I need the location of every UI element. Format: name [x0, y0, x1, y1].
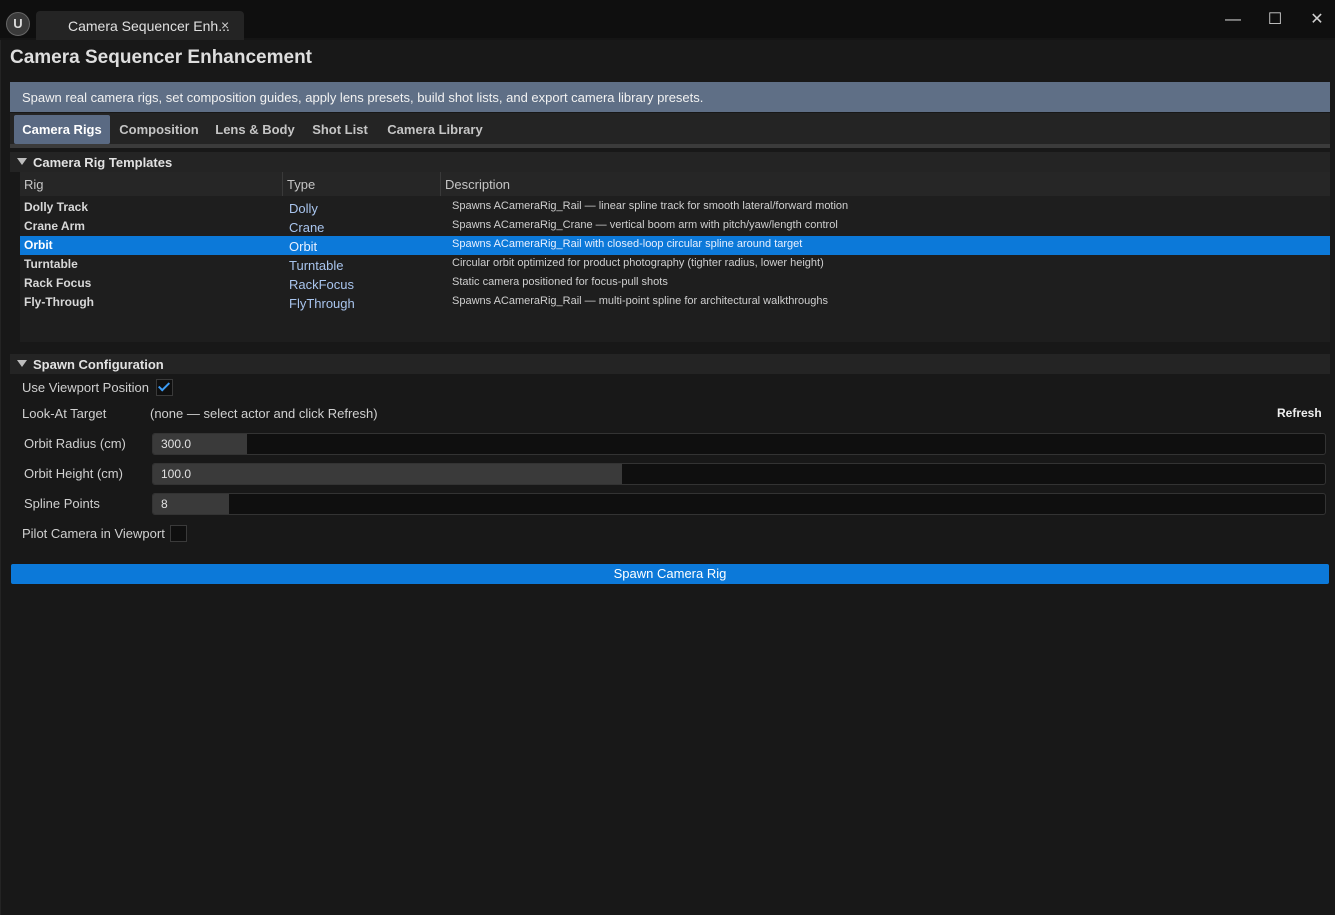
use-viewport-label: Use Viewport Position: [22, 380, 149, 395]
section-label: Spawn Configuration: [33, 357, 164, 372]
column-header-description[interactable]: Description: [445, 177, 510, 192]
column-header-rig[interactable]: Rig: [24, 177, 44, 192]
tab-bar: Camera Rigs Composition Lens & Body Shot…: [10, 113, 1330, 148]
cell-description: Spawns ACameraRig_Rail — linear spline t…: [452, 200, 849, 212]
orbit-radius-label: Orbit Radius (cm): [24, 436, 126, 451]
spline-points-input[interactable]: 8: [152, 493, 1326, 515]
cell-rig: Orbit: [24, 238, 53, 252]
section-spawn-configuration[interactable]: Spawn Configuration: [10, 354, 1330, 374]
tab-shot-list[interactable]: Shot List: [306, 115, 374, 144]
unreal-logo-icon[interactable]: U: [6, 12, 30, 36]
table-row[interactable]: Turntable Turntable Circular orbit optim…: [20, 255, 1330, 274]
orbit-height-value: 100.0: [161, 467, 192, 481]
table-row[interactable]: Crane Arm Crane Spawns ACameraRig_Crane …: [20, 217, 1330, 236]
table-row[interactable]: Fly-Through FlyThrough Spawns ACameraRig…: [20, 293, 1330, 312]
section-label: Camera Rig Templates: [33, 155, 173, 170]
orbit-height-fill: [153, 464, 622, 484]
document-tab-label: Camera Sequencer Enh...: [68, 18, 230, 34]
cell-type: FlyThrough: [289, 296, 355, 311]
table-row[interactable]: Rack Focus RackFocus Static camera posit…: [20, 274, 1330, 293]
cell-rig: Turntable: [24, 257, 78, 271]
maximize-button[interactable]: ☐: [1261, 8, 1289, 32]
rig-templates-table: Rig Type Description Dolly Track Dolly S…: [20, 172, 1330, 342]
refresh-button[interactable]: Refresh: [1277, 406, 1322, 420]
orbit-radius-value: 300.0: [161, 437, 192, 451]
collapse-arrow-icon: [17, 158, 27, 165]
spline-points-label: Spline Points: [24, 496, 100, 511]
tab-camera-rigs[interactable]: Camera Rigs: [14, 115, 110, 144]
checkmark-icon: [157, 379, 171, 392]
orbit-radius-input[interactable]: 300.0: [152, 433, 1326, 455]
banner-text: Spawn real camera rigs, set composition …: [22, 90, 704, 105]
cell-description: Circular orbit optimized for product pho…: [452, 257, 824, 269]
look-at-value: (none — select actor and click Refresh): [150, 406, 378, 421]
column-header-type[interactable]: Type: [287, 177, 315, 192]
table-row-selected[interactable]: Orbit Orbit Spawns ACameraRig_Rail with …: [20, 236, 1330, 255]
info-banner: Spawn real camera rigs, set composition …: [10, 82, 1330, 112]
cell-type: RackFocus: [289, 277, 355, 292]
cell-rig: Crane Arm: [24, 219, 85, 233]
spline-points-value: 8: [161, 497, 168, 511]
cell-description: Spawns ACameraRig_Rail with closed-loop …: [452, 238, 803, 250]
tab-lens-body[interactable]: Lens & Body: [209, 115, 301, 144]
cell-rig: Dolly Track: [24, 200, 89, 214]
cell-type: Dolly: [289, 201, 318, 216]
table-header: Rig Type Description: [20, 172, 1330, 196]
orbit-height-label: Orbit Height (cm): [24, 466, 123, 481]
page-title: Camera Sequencer Enhancement: [10, 47, 313, 68]
cell-rig: Fly-Through: [24, 295, 94, 309]
close-window-button[interactable]: ✕: [1303, 8, 1331, 32]
cell-type: Crane: [289, 220, 325, 235]
cell-type: Turntable: [289, 258, 344, 273]
collapse-arrow-icon: [17, 360, 27, 367]
cell-description: Spawns ACameraRig_Rail — multi-point spl…: [452, 295, 828, 307]
title-bar: U Camera Sequencer Enh... × — ☐ ✕: [0, 0, 1335, 40]
table-row[interactable]: Dolly Track Dolly Spawns ACameraRig_Rail…: [20, 198, 1330, 217]
cell-description: Spawns ACameraRig_Crane — vertical boom …: [452, 219, 838, 231]
tab-camera-library[interactable]: Camera Library: [380, 115, 490, 144]
column-divider[interactable]: [282, 172, 283, 196]
column-divider[interactable]: [440, 172, 441, 196]
cell-type: Orbit: [289, 239, 318, 254]
tab-composition[interactable]: Composition: [113, 115, 205, 144]
use-viewport-checkbox[interactable]: [156, 379, 173, 396]
spawn-camera-rig-button[interactable]: Spawn Camera Rig: [11, 564, 1329, 584]
section-camera-rig-templates[interactable]: Camera Rig Templates: [10, 152, 1330, 172]
close-tab-icon[interactable]: ×: [221, 17, 229, 33]
cell-description: Static camera positioned for focus-pull …: [452, 276, 668, 288]
pilot-camera-label: Pilot Camera in Viewport: [22, 526, 165, 541]
look-at-label: Look-At Target: [22, 406, 107, 421]
document-tab[interactable]: Camera Sequencer Enh... ×: [36, 11, 244, 40]
pilot-camera-checkbox[interactable]: [170, 525, 187, 542]
minimize-button[interactable]: —: [1219, 8, 1247, 32]
orbit-height-input[interactable]: 100.0: [152, 463, 1326, 485]
cell-rig: Rack Focus: [24, 276, 92, 290]
